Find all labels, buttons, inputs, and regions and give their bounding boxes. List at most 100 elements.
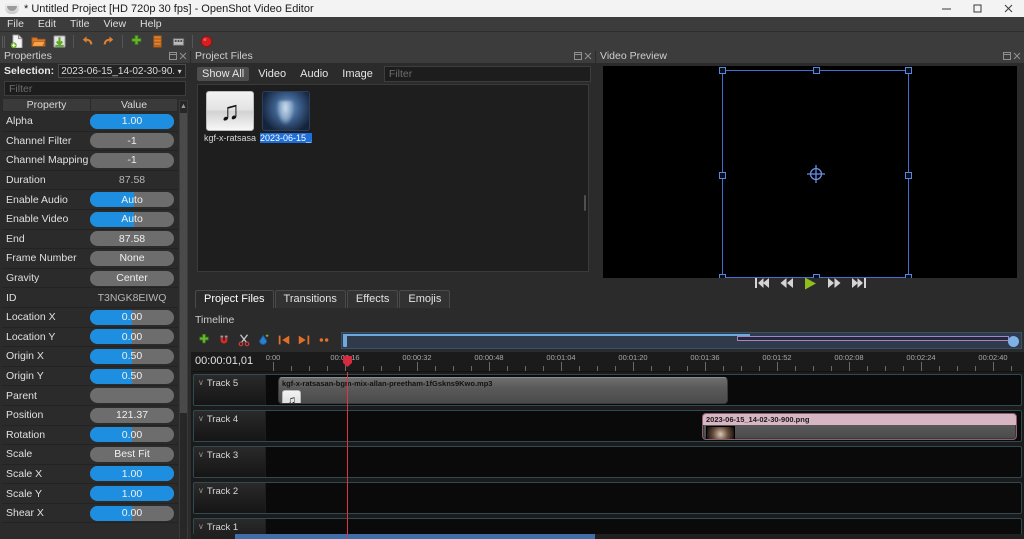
- properties-scrollbar[interactable]: ▲ ▼: [179, 100, 188, 539]
- origin-crosshair-icon[interactable]: [806, 164, 826, 184]
- track-header[interactable]: ∨ Track 4: [194, 411, 266, 441]
- transform-selection-frame[interactable]: [719, 67, 912, 278]
- property-value[interactable]: 0.00: [90, 329, 174, 345]
- property-row[interactable]: ID T3NGK8EIWQ: [2, 288, 178, 308]
- timeline-tracks[interactable]: ∨ Track 5 kgf-x-ratsasan-bgm-mix-allan-pre…: [191, 372, 1024, 539]
- timeline-clip[interactable]: 2023-06-15_14-02-30-900.png: [702, 413, 1017, 440]
- property-value[interactable]: Best Fit: [90, 446, 174, 462]
- property-row[interactable]: Scale X 1.00: [2, 465, 178, 485]
- resize-handle-middle-right[interactable]: [905, 172, 912, 179]
- selection-dropdown[interactable]: 2023-06-15_14-02-30-90... ▾: [58, 64, 186, 78]
- scroll-up-icon[interactable]: ▲: [180, 101, 187, 111]
- close-panel-icon[interactable]: [1013, 52, 1021, 60]
- rewind-button[interactable]: [779, 276, 794, 290]
- float-panel-icon[interactable]: [169, 51, 177, 60]
- track-header[interactable]: ∨ Track 3: [194, 447, 266, 477]
- zoom-slider-right-handle[interactable]: [1008, 335, 1019, 347]
- property-value[interactable]: Center: [90, 270, 174, 286]
- filter-audio[interactable]: Audio: [295, 67, 333, 81]
- scrollbar-thumb[interactable]: [180, 113, 187, 413]
- maximize-button[interactable]: [962, 0, 993, 17]
- resize-handle-top-center[interactable]: [813, 67, 820, 74]
- property-row[interactable]: Gravity Center: [2, 269, 178, 289]
- property-row[interactable]: Alpha 1.00: [2, 112, 178, 132]
- menu-view[interactable]: View: [96, 17, 133, 32]
- timeline-horizontal-scrollbar[interactable]: [191, 534, 1024, 539]
- property-value[interactable]: 1.00: [90, 113, 174, 129]
- close-panel-icon[interactable]: [584, 52, 592, 60]
- zoom-range-selection[interactable]: [737, 335, 1009, 341]
- property-row[interactable]: Origin X 0.50: [2, 347, 178, 367]
- menu-title[interactable]: Title: [63, 17, 96, 32]
- project-files-search-input[interactable]: Filter: [383, 65, 591, 82]
- tab-emojis[interactable]: Emojis: [399, 290, 451, 308]
- previous-marker-button[interactable]: [275, 331, 293, 349]
- minimize-button[interactable]: [931, 0, 962, 17]
- chevron-down-icon[interactable]: ∨: [198, 486, 204, 496]
- chevron-down-icon[interactable]: ∨: [198, 522, 204, 532]
- next-marker-button[interactable]: [295, 331, 313, 349]
- project-file-item-image[interactable]: 2023-06-15_...: [260, 91, 312, 143]
- property-value[interactable]: 1.00: [90, 486, 174, 502]
- filter-show-all[interactable]: Show All: [197, 66, 250, 81]
- property-value[interactable]: Auto: [90, 211, 174, 227]
- timeline-track[interactable]: ∨ Track 5 kgf-x-ratsasan-bgm-mix-allan-pre…: [193, 374, 1022, 406]
- zoom-slider-left-handle[interactable]: [343, 334, 347, 347]
- property-row[interactable]: Origin Y 0.50: [2, 367, 178, 387]
- property-row[interactable]: End 87.58: [2, 230, 178, 250]
- float-panel-icon[interactable]: [574, 51, 582, 60]
- add-marker-button[interactable]: [255, 331, 273, 349]
- chevron-down-icon[interactable]: ∨: [198, 414, 204, 424]
- property-row[interactable]: Duration 87.58: [2, 171, 178, 191]
- property-row[interactable]: Location X 0.00: [2, 308, 178, 328]
- property-value[interactable]: 0.50: [90, 368, 174, 384]
- property-value[interactable]: None: [90, 250, 174, 266]
- play-button[interactable]: [803, 276, 818, 290]
- tab-effects[interactable]: Effects: [346, 290, 399, 308]
- resize-handle-top-right[interactable]: [905, 67, 912, 74]
- property-row[interactable]: Position 121.37: [2, 406, 178, 426]
- menu-help[interactable]: Help: [133, 17, 169, 32]
- property-row[interactable]: Shear X 0.00: [2, 504, 178, 524]
- property-value[interactable]: 1.00: [90, 466, 174, 482]
- close-panel-icon[interactable]: [179, 52, 187, 60]
- tab-transitions[interactable]: Transitions: [274, 290, 346, 308]
- property-row[interactable]: Scale Y 1.00: [2, 484, 178, 504]
- timeline-track[interactable]: ∨ Track 2: [193, 482, 1022, 514]
- track-header[interactable]: ∨ Track 2: [194, 483, 266, 513]
- property-row[interactable]: Parent: [2, 386, 178, 406]
- skip-to-end-button[interactable]: [851, 276, 866, 290]
- add-track-button[interactable]: [195, 331, 213, 349]
- property-value[interactable]: -1: [90, 133, 174, 149]
- property-value[interactable]: 121.37: [90, 407, 174, 423]
- scrollbar-thumb[interactable]: [235, 534, 595, 539]
- property-row[interactable]: Enable Audio Auto: [2, 190, 178, 210]
- panel-splitter-handle[interactable]: [582, 185, 588, 221]
- timeline-track[interactable]: ∨ Track 3: [193, 446, 1022, 478]
- property-value[interactable]: 0.00: [90, 505, 174, 521]
- close-button[interactable]: [993, 0, 1024, 17]
- video-preview-canvas[interactable]: [603, 66, 1017, 278]
- filter-video[interactable]: Video: [253, 67, 291, 81]
- snapping-button[interactable]: [215, 331, 233, 349]
- property-row[interactable]: Enable Video Auto: [2, 210, 178, 230]
- chevron-down-icon[interactable]: ∨: [198, 378, 204, 388]
- menu-edit[interactable]: Edit: [31, 17, 63, 32]
- property-value[interactable]: 0.50: [90, 348, 174, 364]
- razor-tool-button[interactable]: [235, 331, 253, 349]
- property-row[interactable]: Scale Best Fit: [2, 445, 178, 465]
- property-row[interactable]: Channel Mapping -1: [2, 151, 178, 171]
- property-value[interactable]: 0.00: [90, 427, 174, 443]
- timeline-zoom-slider[interactable]: [341, 331, 1022, 349]
- skip-to-start-button[interactable]: [754, 276, 770, 290]
- property-row[interactable]: Frame Number None: [2, 249, 178, 269]
- menu-file[interactable]: File: [0, 17, 31, 32]
- property-row[interactable]: Rotation 0.00: [2, 426, 178, 446]
- project-files-list[interactable]: ♫ kgf-x-ratsasa... 2023-06-15_...: [197, 84, 589, 272]
- chevron-down-icon[interactable]: ∨: [198, 450, 204, 460]
- resize-handle-middle-left[interactable]: [719, 172, 726, 179]
- property-row[interactable]: Location Y 0.00: [2, 328, 178, 348]
- timeline-ruler[interactable]: 00:00:01,01 0:0000:00:1600:00:3200:00:48…: [191, 352, 1024, 372]
- track-header[interactable]: ∨ Track 5: [194, 375, 266, 405]
- tab-project-files[interactable]: Project Files: [195, 290, 274, 308]
